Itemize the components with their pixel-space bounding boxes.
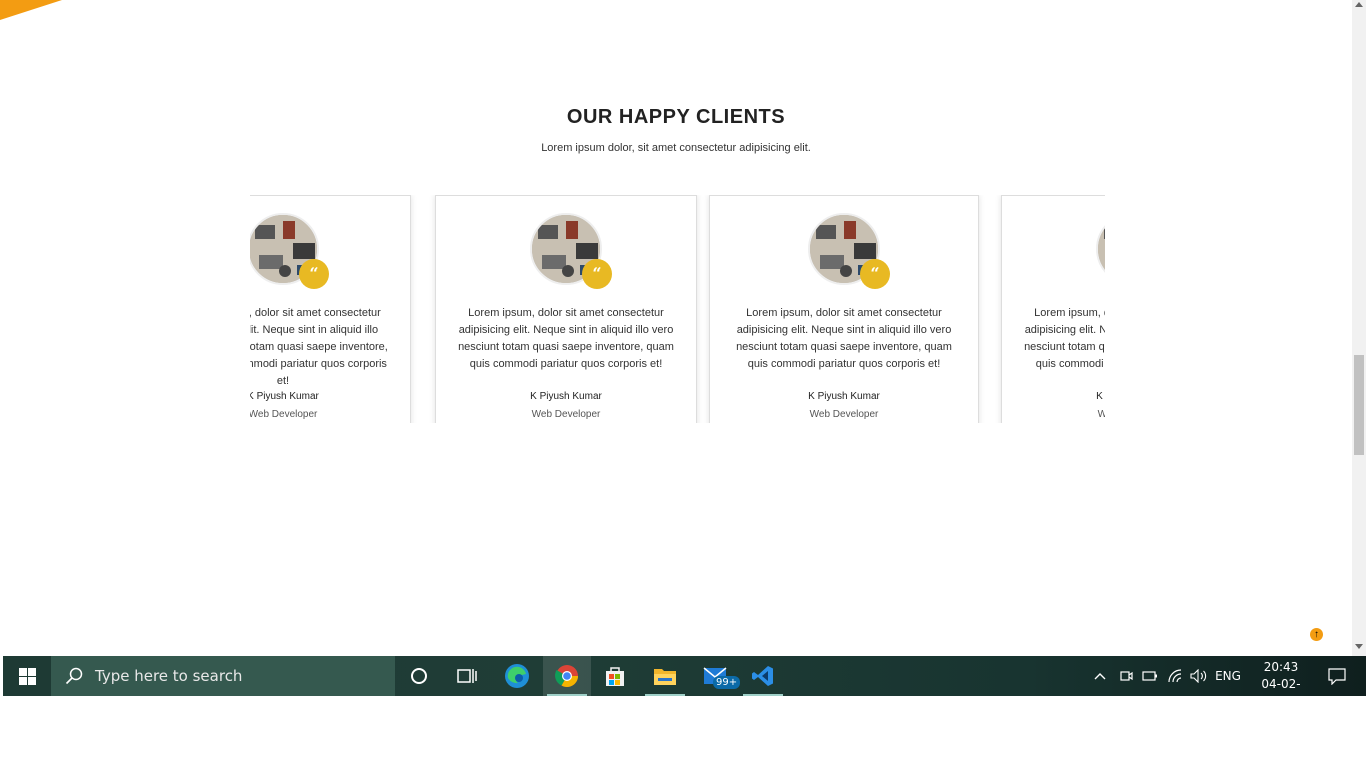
mail-icon[interactable]: 99+	[693, 656, 741, 696]
quote-icon: “	[582, 259, 612, 289]
testimonial-card[interactable]: “ Lorem ipsum, dolor sit amet consectetu…	[1001, 195, 1105, 423]
testimonial-text: Lorem ipsum, dolor sit amet consectetur …	[736, 307, 952, 370]
taskbar-search-box[interactable]: Type here to search	[51, 656, 395, 696]
chrome-icon[interactable]	[543, 656, 591, 696]
screen: OUR HAPPY CLIENTS Lorem ipsum dolor, sit…	[0, 0, 1366, 768]
client-avatar: “	[808, 213, 890, 289]
section-subtitle: Lorem ipsum dolor, sit amet consectetur …	[541, 142, 811, 154]
file-explorer-icon[interactable]	[641, 656, 689, 696]
edge-icon[interactable]	[493, 656, 541, 696]
wifi-icon[interactable]	[1163, 656, 1187, 696]
scrollbar-thumb[interactable]	[1354, 355, 1364, 455]
vscode-icon[interactable]	[739, 656, 787, 696]
scroll-up-arrow-icon[interactable]	[1355, 2, 1363, 7]
notification-icon[interactable]	[1321, 656, 1353, 696]
task-view-icon[interactable]	[443, 656, 491, 696]
volume-icon[interactable]	[1187, 656, 1211, 696]
arrow-up-icon[interactable]: ↑	[1310, 628, 1323, 641]
blank-area	[0, 696, 1366, 768]
windows-logo-icon	[18, 667, 36, 685]
testimonial-card[interactable]: “ Lorem ipsum, dolor sit amet consectetu…	[250, 195, 411, 423]
testimonial-text: Lorem ipsum, dolor sit amet consectetur …	[458, 307, 674, 370]
cortana-icon[interactable]	[395, 656, 443, 696]
client-avatar: “	[1096, 213, 1105, 285]
search-placeholder: Type here to search	[95, 667, 243, 685]
quote-icon: “	[299, 259, 329, 289]
client-role: Web Developer	[809, 409, 879, 420]
store-icon[interactable]	[591, 656, 639, 696]
client-role: Web Developer	[531, 409, 601, 420]
battery-icon[interactable]	[1139, 656, 1161, 696]
meet-now-icon[interactable]	[1115, 656, 1137, 696]
client-name: K Piyush Kumar	[1096, 391, 1105, 402]
client-avatar: “	[530, 213, 612, 289]
vertical-scrollbar[interactable]	[1352, 0, 1366, 656]
client-name: K Piyush Kumar	[530, 391, 602, 402]
testimonial-carousel[interactable]: “ Lorem ipsum, dolor sit amet consectetu…	[250, 195, 1105, 423]
language-indicator[interactable]: ENG	[1213, 656, 1243, 696]
testimonial-text: Lorem ipsum, dolor sit amet consectetur …	[1024, 307, 1105, 370]
testimonial-card[interactable]: “ Lorem ipsum, dolor sit amet consectetu…	[709, 195, 979, 423]
testimonial-text: Lorem ipsum, dolor sit amet consectetur …	[250, 307, 388, 387]
client-name: K Piyush Kumar	[250, 391, 319, 402]
avatar-image	[1096, 213, 1105, 285]
quote-icon: “	[860, 259, 890, 289]
mail-unread-badge: 99+	[713, 676, 741, 689]
client-role: Web Developer	[250, 409, 318, 420]
section-title: OUR HAPPY CLIENTS	[566, 106, 786, 128]
testimonial-card[interactable]: “ Lorem ipsum, dolor sit amet consectetu…	[435, 195, 697, 423]
start-button[interactable]	[3, 656, 51, 696]
windows-taskbar: Type here to search 99+ ENG 20:43 04-02-	[3, 656, 1366, 708]
chevron-up-icon[interactable]	[1089, 656, 1111, 696]
search-icon	[65, 667, 83, 685]
web-page: OUR HAPPY CLIENTS Lorem ipsum dolor, sit…	[0, 0, 1352, 656]
client-name: K Piyush Kumar	[808, 391, 880, 402]
clock-time: 20:43	[1263, 660, 1299, 674]
client-avatar: “	[250, 213, 329, 289]
decorative-corner-shape	[0, 0, 62, 20]
scroll-down-arrow-icon[interactable]	[1355, 644, 1363, 649]
client-role: Web Developer	[1097, 409, 1105, 420]
